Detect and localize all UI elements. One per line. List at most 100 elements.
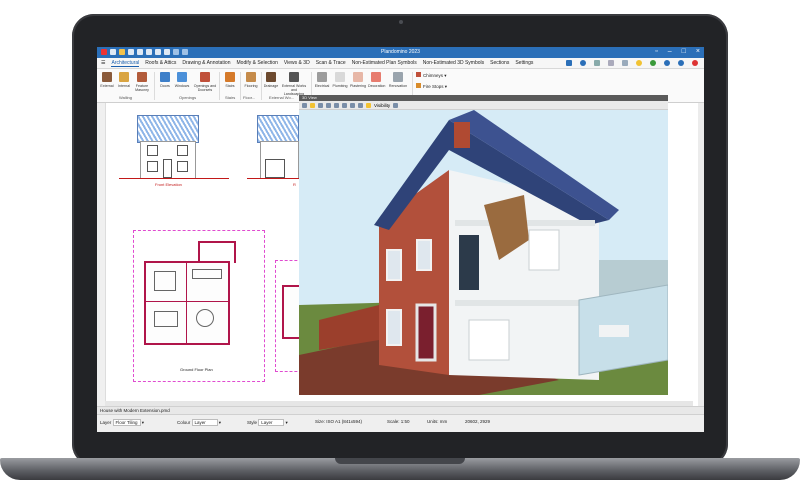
status-bar: Layer Floor Tiling ▾ Colour Layer ▾ Styl…: [97, 414, 704, 432]
window-icon: [177, 72, 187, 82]
plan-walls: [144, 261, 230, 345]
chimneys-button[interactable]: Chimneys ▾: [416, 72, 447, 79]
vertical-scrollbar[interactable]: [698, 103, 704, 406]
3d-view-window[interactable]: 3D View Visibility: [299, 95, 668, 395]
info-icon[interactable]: [678, 60, 684, 66]
elevation-window: [177, 161, 188, 172]
tab-views-3d[interactable]: Views & 3D: [284, 60, 310, 66]
sun-icon[interactable]: [310, 102, 315, 108]
plumbing-button[interactable]: Plumbing: [332, 72, 348, 88]
group-label-floors: Floor...: [243, 95, 256, 100]
search-icon[interactable]: [580, 60, 586, 66]
fit-view-icon[interactable]: [350, 102, 355, 108]
socket-icon: [317, 72, 327, 82]
webcam: [399, 20, 403, 24]
chimney: [454, 122, 470, 148]
windows-button[interactable]: Windows: [174, 72, 190, 88]
tab-modify-selection[interactable]: Modify & Selection: [237, 60, 278, 66]
fire-stops-button[interactable]: Fire Stops ▾: [416, 83, 447, 90]
upper-window: [416, 239, 432, 271]
tab-non-estimated-plan-symbols[interactable]: Non-Estimated Plan Symbols: [352, 60, 417, 66]
units-readout: Units: mm: [427, 419, 448, 424]
tab-non-estimated-3d-symbols[interactable]: Non-Estimated 3D Symbols: [423, 60, 484, 66]
stairs-button[interactable]: Stairs: [222, 72, 238, 88]
group-separator: [219, 72, 220, 100]
restore-icon[interactable]: ▫: [655, 48, 657, 55]
group-label-openings: Openings: [179, 95, 197, 100]
tab-settings[interactable]: Settings: [515, 60, 533, 66]
ground-floor-plan-sheet: Ground Floor Plan: [133, 230, 265, 382]
style-select[interactable]: Layer: [258, 419, 285, 426]
cursor-coordinates: 20602, 2929: [465, 419, 491, 424]
rotate-icon[interactable]: [326, 102, 331, 108]
glazed-doors: [468, 319, 510, 361]
plan-dining-table: [196, 309, 214, 327]
elevation-window: [147, 145, 158, 156]
layer-select[interactable]: Floor Tiling: [112, 419, 141, 426]
bulb-icon[interactable]: [636, 60, 642, 66]
camera-icon[interactable]: [358, 102, 363, 108]
group-label-stairs: Stairs: [225, 95, 236, 100]
tab-scan-trace[interactable]: Scan & Trace: [316, 60, 346, 66]
document-tab[interactable]: House with Modern Extension.pmd: [97, 406, 704, 414]
doors-button[interactable]: Doors: [157, 72, 173, 88]
side-elevation-drawing: [257, 115, 299, 179]
exit-icon[interactable]: [692, 60, 698, 66]
tab-sections[interactable]: Sections: [490, 60, 509, 66]
ground-floor-plan-caption: Ground Floor Plan: [180, 367, 213, 372]
elevation-ground-line: [119, 178, 229, 179]
renovation-button[interactable]: Renovation: [388, 72, 408, 88]
drainage-button[interactable]: Drainage: [263, 72, 279, 88]
tab-drawing-annotation[interactable]: Drawing & Annotation: [182, 60, 230, 66]
upper-window: [386, 249, 402, 281]
elevation-window: [147, 161, 158, 172]
measure-icon[interactable]: [608, 60, 614, 66]
3d-view-toolbar: Visibility: [299, 101, 668, 110]
zoom-in-icon[interactable]: [334, 102, 339, 108]
block-wall-icon: [119, 72, 129, 82]
zoom-out-icon[interactable]: [342, 102, 347, 108]
external-works-button[interactable]: External Works and Landscaping: [281, 72, 307, 96]
electrical-button[interactable]: Electrical: [314, 72, 330, 88]
menu-icon[interactable]: ☰: [101, 60, 105, 66]
feature-masonry-button[interactable]: Feature Masonry: [133, 72, 151, 92]
brick-wall-icon: [102, 72, 112, 82]
app-title: Plandomino 2023: [381, 49, 420, 55]
chart-icon[interactable]: [622, 60, 628, 66]
openings-doorsets-button[interactable]: Openings and Doorsets: [193, 72, 217, 92]
zoom-icon[interactable]: [566, 60, 572, 66]
front-elevation-drawing: [137, 115, 199, 179]
sync-icon[interactable]: [650, 60, 656, 66]
render-icon[interactable]: [318, 102, 323, 108]
decoration-button[interactable]: Decoration: [368, 72, 385, 88]
wardrobe: [459, 235, 479, 290]
doorset-icon: [200, 72, 210, 82]
flooring-button[interactable]: Flooring: [243, 72, 259, 88]
3d-house-render: [299, 110, 668, 395]
elevation-glazed-doors: [265, 159, 285, 178]
visibility-dropdown[interactable]: Visibility: [374, 103, 390, 108]
external-wall-button[interactable]: External: [99, 72, 115, 88]
tap-icon: [335, 72, 345, 82]
elevation-roof: [257, 115, 299, 143]
maximize-icon[interactable]: □: [682, 48, 686, 55]
help-icon[interactable]: [664, 60, 670, 66]
drainage-icon: [266, 72, 276, 82]
door-icon: [160, 72, 170, 82]
plastering-button[interactable]: Plastering: [350, 72, 366, 88]
tab-architectural[interactable]: Architectural: [111, 60, 140, 67]
grid-icon[interactable]: [594, 60, 600, 66]
tab-roofs-attics[interactable]: Roofs & Attics: [145, 60, 176, 66]
elevation-door: [163, 159, 172, 178]
home-view-icon[interactable]: [302, 102, 307, 108]
minimize-icon[interactable]: –: [668, 48, 672, 55]
lower-window: [386, 309, 402, 346]
interior-wall-panel: [528, 229, 560, 271]
colour-select[interactable]: Layer: [191, 419, 218, 426]
close-icon[interactable]: ×: [696, 48, 700, 55]
internal-wall-button[interactable]: Internal: [116, 72, 132, 88]
lightbulb-icon[interactable]: [366, 102, 371, 108]
settings-icon[interactable]: [393, 102, 399, 108]
chimney-icon: [416, 72, 421, 77]
elevation-ground-line: [247, 178, 299, 179]
